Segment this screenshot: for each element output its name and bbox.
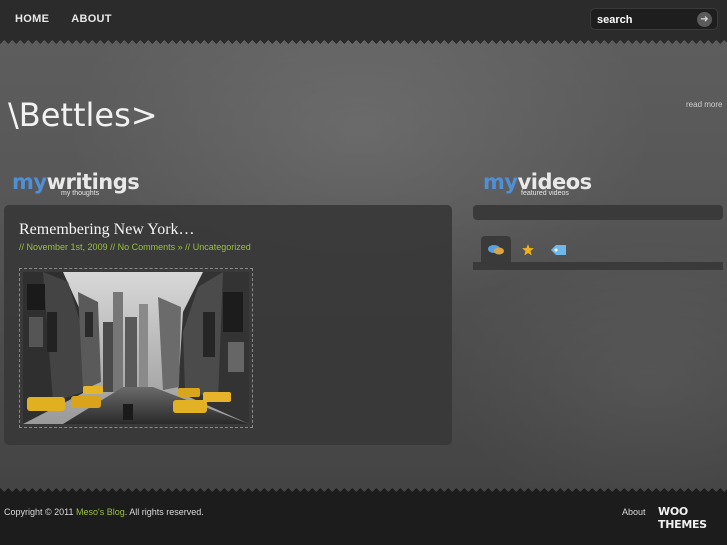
- copyright-suffix: . All rights reserved.: [124, 507, 204, 517]
- videos-subtitle: featured videos: [521, 190, 569, 197]
- writings-heading-my: my: [12, 170, 47, 194]
- copyright-text: Copyright © 2011 Meso's Blog. All rights…: [4, 507, 204, 517]
- nav-home-link[interactable]: HOME: [15, 13, 49, 25]
- footer: Copyright © 2011 Meso's Blog. All rights…: [0, 492, 727, 545]
- tag-icon: [551, 244, 566, 255]
- main-nav: HOME ABOUT: [15, 13, 112, 25]
- footer-about-link[interactable]: About: [622, 507, 646, 517]
- post-date: November 1st, 2009: [26, 242, 108, 252]
- search-box: ➜: [590, 8, 718, 30]
- site-title[interactable]: \Bettles>: [8, 96, 158, 134]
- post-category-link[interactable]: Uncategorized: [193, 242, 251, 252]
- arrow-right-icon[interactable]: ➜: [697, 12, 712, 27]
- meta-separator: //: [19, 242, 25, 252]
- top-bar-zigzag-edge: [0, 40, 727, 48]
- sidebar-tabs: [473, 236, 723, 270]
- search-input[interactable]: [597, 12, 693, 27]
- post-meta: // November 1st, 2009 // No Comments » /…: [19, 242, 251, 252]
- post-panel: Remembering New York… // November 1st, 2…: [4, 205, 452, 445]
- blog-link[interactable]: Meso's Blog: [76, 507, 125, 517]
- tab-tags[interactable]: [544, 236, 574, 263]
- star-icon: [522, 243, 534, 255]
- featured-videos-bar: [473, 205, 723, 220]
- read-more-link[interactable]: read more: [686, 100, 722, 109]
- writings-subtitle: my thoughts: [61, 190, 100, 197]
- copyright-prefix: Copyright © 2011: [4, 507, 74, 517]
- post-title[interactable]: Remembering New York…: [19, 221, 195, 239]
- tab-underline: [473, 262, 723, 270]
- nav-about-link[interactable]: ABOUT: [71, 13, 112, 25]
- meta-separator: //: [110, 242, 116, 252]
- post-image[interactable]: [19, 268, 253, 428]
- speech-bubbles-icon: [488, 244, 504, 254]
- tab-comments[interactable]: [481, 236, 511, 263]
- post-comments-link[interactable]: No Comments »: [118, 242, 183, 252]
- meta-separator: //: [185, 242, 191, 252]
- woothemes-logo[interactable]: WOO THEMES: [658, 505, 727, 531]
- videos-heading-my: my: [483, 170, 518, 194]
- city-street-photo: [23, 272, 249, 424]
- tab-popular[interactable]: [513, 236, 543, 263]
